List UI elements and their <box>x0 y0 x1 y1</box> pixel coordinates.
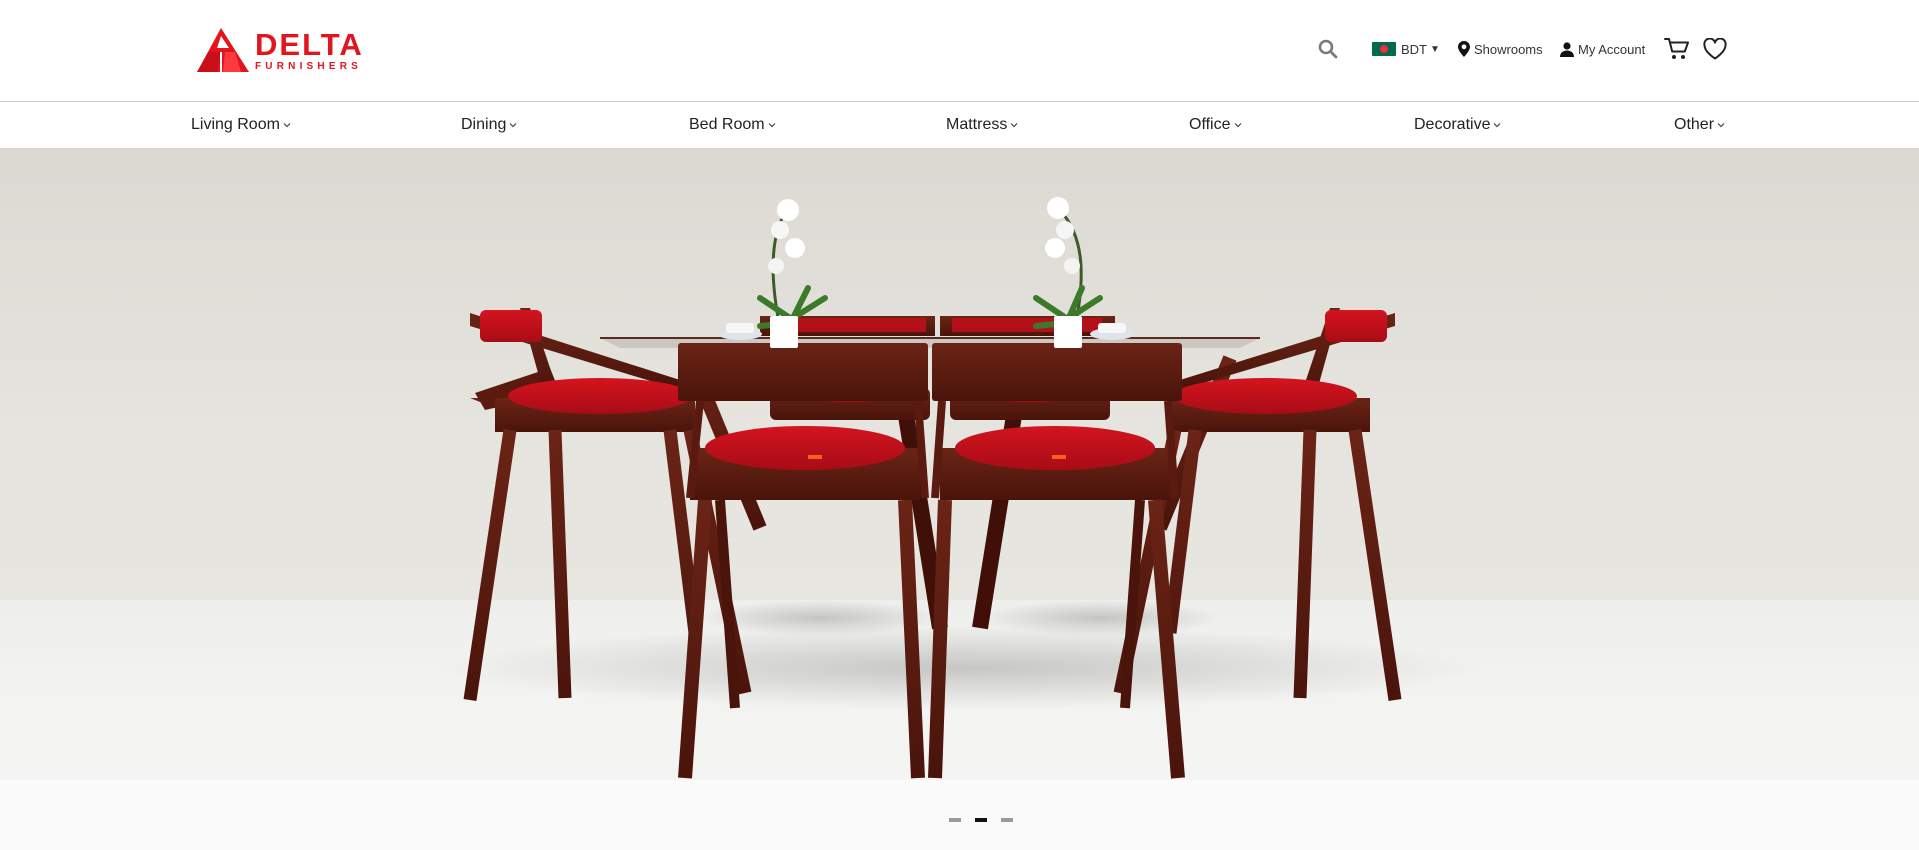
showrooms-link[interactable]: Showrooms <box>1458 36 1543 62</box>
heart-icon <box>1703 38 1727 60</box>
nav-item-label: Mattress <box>946 116 1008 133</box>
my-account-link[interactable]: My Account <box>1560 36 1645 62</box>
currency-selector[interactable]: BDT ▼ <box>1372 36 1440 62</box>
my-account-label: My Account <box>1578 41 1646 57</box>
carousel-dot-2[interactable] <box>975 818 987 822</box>
chevron-down-icon <box>768 123 776 128</box>
nav-item-label: Decorative <box>1414 116 1491 133</box>
bangladesh-flag-icon <box>1372 42 1396 56</box>
nav-item-decorative[interactable]: Decorative <box>1414 116 1501 134</box>
user-icon <box>1560 41 1574 57</box>
search-icon <box>1318 39 1338 59</box>
chevron-down-icon <box>1717 123 1725 128</box>
nav-item-label: Bed Room <box>689 116 765 133</box>
wishlist-button[interactable] <box>1703 36 1727 62</box>
nav-item-label: Living Room <box>191 116 280 133</box>
brand-logo[interactable]: DELTA FURNISHERS <box>195 26 387 74</box>
brand-name: DELTA <box>255 26 364 62</box>
nav-item-label: Dining <box>461 116 507 133</box>
chevron-down-icon <box>1234 123 1241 128</box>
site-header: DELTA FURNISHERS BDT ▼ Showrooms My Acco… <box>0 0 1919 102</box>
currency-code: BDT <box>1401 41 1427 57</box>
nav-item-mattress[interactable]: Mattress <box>946 116 1018 134</box>
search-button[interactable] <box>1318 36 1342 62</box>
dining-set-image <box>440 197 1480 779</box>
cart-button[interactable] <box>1664 36 1690 62</box>
hero-banner[interactable] <box>0 148 1919 850</box>
nav-item-dining[interactable]: Dining <box>461 116 517 134</box>
showrooms-label: Showrooms <box>1474 41 1543 57</box>
brand-subname: FURNISHERS <box>255 60 363 72</box>
main-navigation: Living Room Dining Bed Room Mattress Off… <box>0 103 1919 148</box>
nav-item-bed-room[interactable]: Bed Room <box>689 116 776 134</box>
chevron-down-icon <box>283 123 291 128</box>
nav-item-living-room[interactable]: Living Room <box>191 116 291 134</box>
carousel-dot-1[interactable] <box>949 818 961 822</box>
chevron-down-icon <box>1494 123 1501 128</box>
nav-item-other[interactable]: Other <box>1674 116 1725 134</box>
nav-item-label: Office <box>1189 116 1231 133</box>
cart-icon <box>1664 38 1689 59</box>
carousel-indicators <box>949 818 1013 822</box>
nav-item-office[interactable]: Office <box>1189 116 1242 134</box>
nav-item-label: Other <box>1674 116 1715 133</box>
chevron-down-icon <box>1010 123 1018 128</box>
brand-wordmark: DELTA FURNISHERS <box>255 29 364 72</box>
caret-down-icon: ▼ <box>1430 43 1440 55</box>
carousel-dot-3[interactable] <box>1001 818 1013 822</box>
map-pin-icon <box>1458 41 1470 57</box>
delta-logo-icon <box>197 28 249 72</box>
chevron-down-icon <box>509 123 517 128</box>
